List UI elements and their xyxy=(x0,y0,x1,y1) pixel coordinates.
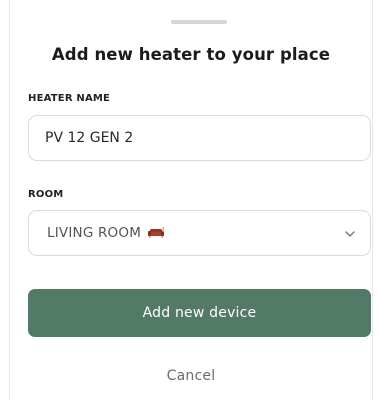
heater-name-input[interactable] xyxy=(29,116,370,160)
sofa-icon xyxy=(147,227,165,239)
chevron-down-icon[interactable] xyxy=(344,228,356,240)
sheet-title: Add new heater to your place xyxy=(51,45,331,64)
sheet-drag-handle[interactable] xyxy=(171,20,227,24)
sheet-right-edge xyxy=(372,0,373,400)
heater-name-field[interactable] xyxy=(28,115,371,161)
room-selected-text: LIVING ROOM xyxy=(47,225,142,241)
add-new-device-button[interactable]: Add new device xyxy=(28,289,371,337)
room-label: ROOM xyxy=(28,189,64,200)
room-select[interactable]: LIVING ROOM xyxy=(28,210,371,256)
bottom-sheet: Add new heater to your place HEATER NAME… xyxy=(0,0,378,400)
cancel-button[interactable]: Cancel xyxy=(10,368,372,384)
room-selected-value: LIVING ROOM xyxy=(29,225,165,241)
heater-name-label: HEATER NAME xyxy=(28,93,111,104)
